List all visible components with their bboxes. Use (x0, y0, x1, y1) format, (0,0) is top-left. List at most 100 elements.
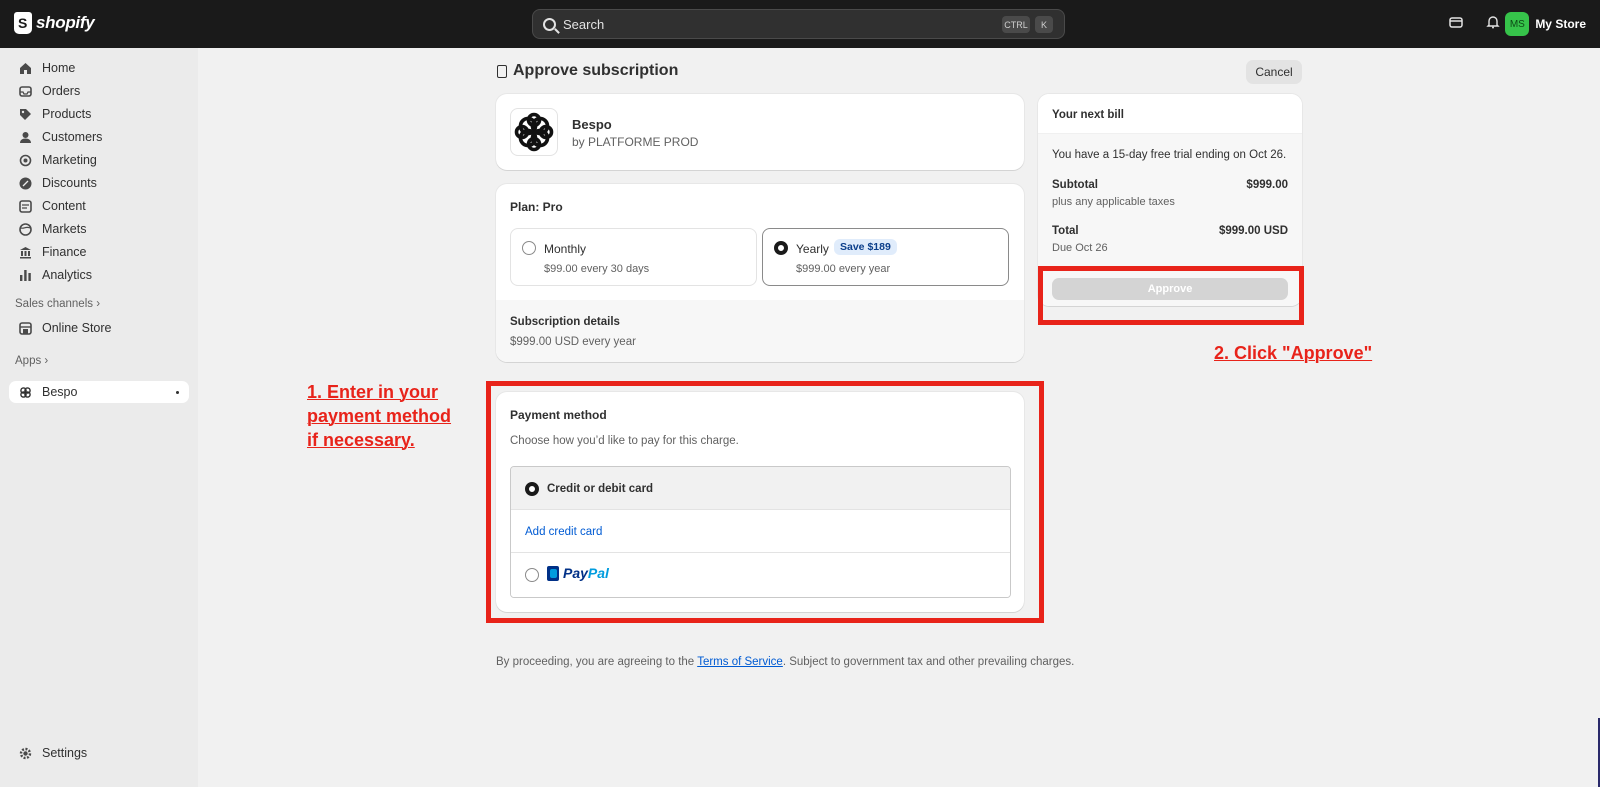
sidebar-item-label: Content (42, 199, 86, 213)
sidebar-item-customers[interactable]: Customers (9, 126, 189, 148)
sidebar-item-label: Markets (42, 222, 87, 236)
total-value: $999.00 USD (1218, 225, 1288, 237)
bill-header: Your next bill (1038, 94, 1302, 134)
sidebar-item-finance[interactable]: Finance (9, 241, 189, 263)
plan-option-title: Monthly (544, 242, 587, 256)
store-name: My Store (1535, 17, 1586, 31)
subscription-details-title: Subscription details (510, 316, 620, 328)
search-placeholder: Search (563, 16, 605, 32)
search-icon (543, 17, 556, 31)
step-1-line-3: if necessary. (307, 430, 415, 450)
sidebar-item-products[interactable]: Products (9, 103, 189, 125)
storefront-icon (18, 321, 32, 335)
subtotal-value: $999.00 (1246, 179, 1288, 191)
bar-chart-icon (18, 268, 32, 282)
page-title: Approve subscription (497, 62, 678, 80)
sidebar-item-home[interactable]: Home (9, 57, 189, 79)
sidebar-item-label: Settings (42, 746, 88, 760)
sidebar-item-orders[interactable]: Orders (9, 80, 189, 102)
sidebar-item-settings[interactable]: Settings (9, 742, 189, 764)
sidebar-item-marketing[interactable]: Marketing (9, 149, 189, 171)
person-icon (18, 130, 32, 144)
cancel-button[interactable]: Cancel (1246, 60, 1302, 84)
taxes-note: plus any applicable taxes (1052, 196, 1175, 208)
bank-icon (18, 245, 32, 259)
due-date: Due Oct 26 (1052, 242, 1108, 254)
terms-suffix: . Subject to government tax and other pr… (782, 656, 1075, 668)
radio-monthly[interactable] (522, 241, 536, 255)
sidebar-item-label: Online Store (42, 321, 112, 335)
tag-icon (18, 107, 32, 121)
trial-text: You have a 15-day free trial ending on O… (1052, 149, 1287, 161)
apps-label: Apps (15, 355, 42, 367)
sidebar: Home Orders Products Customers Marketing… (0, 48, 198, 787)
chevron-right-icon: › (96, 298, 101, 310)
sidebar-item-label: Orders (42, 84, 81, 98)
app-card: Bespo by PLATFORME PROD (496, 94, 1024, 170)
plan-label: Plan: Pro (510, 200, 563, 214)
payment-highlight-box (486, 381, 1044, 623)
avatar: MS (1505, 12, 1530, 36)
home-icon (18, 61, 32, 75)
bill-title: Your next bill (1052, 109, 1124, 121)
store-icon[interactable] (1447, 15, 1465, 33)
sidebar-item-label: Products (42, 107, 92, 121)
shopify-bag-icon (14, 12, 32, 34)
plan-option-yearly[interactable]: Yearly Save $189 $999.00 every year (762, 228, 1009, 286)
step-1-line-2: payment method (307, 406, 452, 426)
terms-note: By proceeding, you are agreeing to the T… (496, 656, 1074, 668)
search-input[interactable]: Search CTRL K (532, 9, 1065, 39)
apps-header[interactable]: Apps › (15, 355, 48, 367)
orders-icon (18, 84, 32, 98)
sidebar-item-bespo[interactable]: Bespo (9, 381, 189, 403)
active-dot-icon (176, 391, 179, 394)
sidebar-item-label: Analytics (42, 268, 93, 282)
sidebar-item-analytics[interactable]: Analytics (9, 264, 189, 286)
store-menu[interactable]: MS My Store (1505, 12, 1586, 36)
chevron-right-icon: › (44, 355, 49, 367)
shopify-logo[interactable]: shopify (14, 12, 95, 34)
receipt-icon (497, 64, 507, 78)
top-bar: shopify Search CTRL K MS My Store (0, 0, 1600, 48)
sidebar-item-discounts[interactable]: Discounts (9, 172, 189, 194)
shortcut-k-key: K (1035, 16, 1053, 33)
step-2-annotation: 2. Click "Approve" (1214, 343, 1373, 363)
subscription-details: Subscription details $999.00 USD every y… (496, 300, 1024, 362)
radio-yearly[interactable] (774, 241, 788, 255)
shortcut-ctrl-key: CTRL (1002, 16, 1030, 33)
globe-icon (18, 222, 32, 236)
sidebar-item-label: Discounts (42, 176, 97, 190)
bell-icon[interactable] (1484, 15, 1502, 33)
sidebar-item-label: Home (42, 61, 76, 75)
bespo-logo (510, 108, 558, 156)
approve-highlight-box (1038, 266, 1304, 325)
plan-card: Plan: Pro Monthly $99.00 every 30 days Y… (496, 184, 1024, 362)
step-1-line-1: 1. Enter in your (307, 382, 439, 402)
sales-channels-header[interactable]: Sales channels › (15, 298, 100, 310)
target-icon (18, 153, 32, 167)
sidebar-item-online-store[interactable]: Online Store (9, 317, 189, 339)
sidebar-item-label: Finance (42, 245, 87, 259)
logo-text: shopify (36, 13, 95, 32)
step-1-annotation: 1. Enter in your payment method if neces… (307, 380, 477, 452)
page-title-text: Approve subscription (513, 62, 679, 79)
save-badge: Save $189 (834, 239, 897, 255)
app-name: Bespo (572, 117, 612, 132)
app-developer: by PLATFORME PROD (572, 135, 699, 149)
bespo-app-icon (18, 385, 32, 399)
subscription-details-value: $999.00 USD every year (510, 336, 636, 348)
sidebar-item-content[interactable]: Content (9, 195, 189, 217)
sidebar-item-label: Marketing (42, 153, 97, 167)
subtotal-label: Subtotal (1052, 179, 1098, 191)
sidebar-item-markets[interactable]: Markets (9, 218, 189, 240)
terms-prefix: By proceeding, you are agreeing to the (496, 656, 698, 668)
sidebar-item-label: Bespo (42, 385, 78, 399)
plan-option-monthly[interactable]: Monthly $99.00 every 30 days (510, 228, 757, 286)
terms-of-service-link[interactable]: Terms of Service (697, 656, 783, 668)
sales-channels-label: Sales channels (15, 298, 93, 310)
total-label: Total (1052, 225, 1079, 237)
discount-icon (18, 176, 32, 190)
plan-option-title: Yearly (796, 242, 829, 256)
plan-option-price: $99.00 every 30 days (544, 263, 650, 275)
plan-option-price: $999.00 every year (796, 263, 891, 275)
